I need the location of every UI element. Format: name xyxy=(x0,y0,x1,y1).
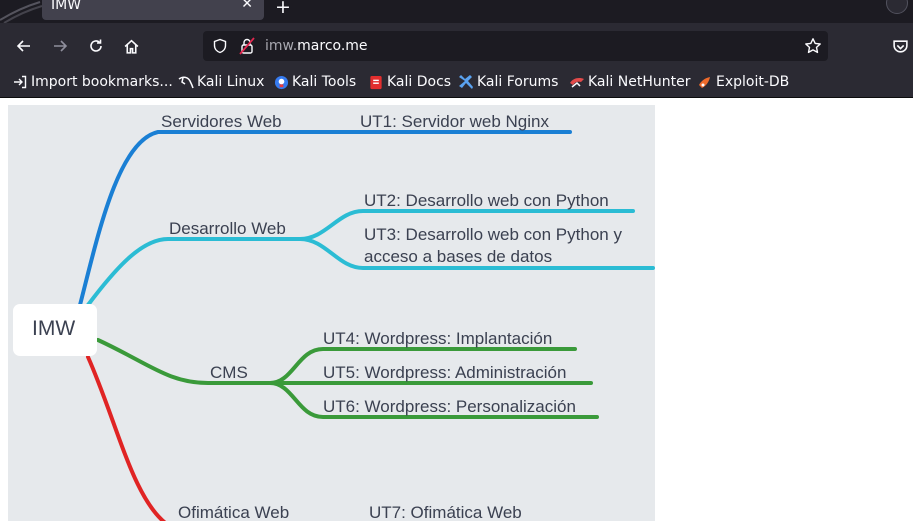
kali-dragon-icon xyxy=(178,74,194,90)
mindmap-root-node: IMW xyxy=(13,304,97,356)
bookmark-label: Kali NetHunter xyxy=(588,74,691,90)
bookmark-kali-forums[interactable]: Kali Forums xyxy=(458,73,558,91)
branch-label-desarrollo-web: Desarrollo Web xyxy=(169,219,286,238)
topic-label-ut7: UT7: Ofimática Web xyxy=(369,503,522,521)
branch-label-servidores-web: Servidores Web xyxy=(161,112,282,131)
topic-label-ut6: UT6: Wordpress: Personalización xyxy=(323,397,576,416)
new-tab-icon[interactable]: + xyxy=(275,0,291,18)
tab-title: IMW xyxy=(51,0,82,13)
insecure-lock-icon[interactable] xyxy=(239,37,255,55)
kali-docs-icon xyxy=(368,74,384,90)
url-domain: marco.me xyxy=(297,38,368,54)
bookmark-label: Import bookmarks... xyxy=(31,74,173,90)
topic-label-ut4: UT4: Wordpress: Implantación xyxy=(323,329,553,348)
bookmark-kali-tools[interactable]: Kali Tools xyxy=(273,73,356,91)
reload-icon[interactable] xyxy=(85,35,107,57)
browser-tab[interactable]: IMW ✕ xyxy=(42,0,264,20)
import-icon xyxy=(12,74,28,90)
bookmark-import[interactable]: Import bookmarks... xyxy=(12,73,173,91)
branch-line-ofimatica-web xyxy=(86,355,167,521)
branch-label-cms: CMS xyxy=(210,363,248,382)
exploit-db-icon xyxy=(697,74,713,90)
tab-strip: IMW ✕ + xyxy=(0,0,913,23)
topic-label-ut2: UT2: Desarrollo web con Python xyxy=(364,191,609,210)
url-text[interactable]: imw.marco.me xyxy=(265,38,368,54)
bookmark-label: Kali Docs xyxy=(387,74,452,90)
topic-label-ut1: UT1: Servidor web Nginx xyxy=(360,112,549,131)
pocket-icon[interactable] xyxy=(889,35,911,57)
bookmark-label: Kali Linux xyxy=(197,74,265,90)
home-icon[interactable] xyxy=(120,35,142,57)
bookmark-label: Kali Tools xyxy=(292,74,357,90)
bookmarks-toolbar: Import bookmarks... Kali Linux Kali Tool… xyxy=(0,68,913,98)
branch-line-servidores-web xyxy=(78,130,572,307)
kali-forums-icon xyxy=(458,74,474,90)
url-host: imw. xyxy=(265,38,298,54)
close-tab-icon[interactable]: ✕ xyxy=(241,0,253,12)
address-bar[interactable]: imw.marco.me xyxy=(203,31,828,61)
tracking-protection-shield-icon[interactable] xyxy=(212,38,228,54)
mindmap-image: IMW Servidores Web UT1: Servidor web Ngi… xyxy=(8,105,655,521)
bookmark-exploit-db[interactable]: Exploit-DB xyxy=(697,73,789,91)
kali-nethunter-icon xyxy=(569,74,585,90)
mindmap-connectors xyxy=(78,130,655,521)
bookmark-kali-linux[interactable]: Kali Linux xyxy=(178,73,264,91)
bookmark-kali-docs[interactable]: Kali Docs xyxy=(368,73,451,91)
branch-label-ofimatica-web: Ofimática Web xyxy=(178,503,290,521)
page-content: IMW Servidores Web UT1: Servidor web Ngi… xyxy=(0,98,913,521)
forward-icon[interactable] xyxy=(49,35,71,57)
navigation-toolbar: imw.marco.me xyxy=(0,23,913,68)
topic-label-ut3-line1: UT3: Desarrollo web con Python y xyxy=(364,225,622,244)
list-all-tabs-icon[interactable] xyxy=(886,0,908,14)
root-label: IMW xyxy=(32,317,76,340)
kali-tools-icon xyxy=(273,74,289,90)
branch-line-desarrollo-web xyxy=(86,237,302,307)
bookmark-star-icon[interactable] xyxy=(804,37,822,55)
topic-label-ut5: UT5: Wordpress: Administración xyxy=(323,363,567,382)
bookmark-label: Kali Forums xyxy=(477,74,559,90)
bookmark-kali-nethunter[interactable]: Kali NetHunter xyxy=(569,73,690,91)
bookmark-label: Exploit-DB xyxy=(716,74,790,90)
topic-label-ut3-line2: acceso a bases de datos xyxy=(364,247,553,266)
back-icon[interactable] xyxy=(13,35,35,57)
